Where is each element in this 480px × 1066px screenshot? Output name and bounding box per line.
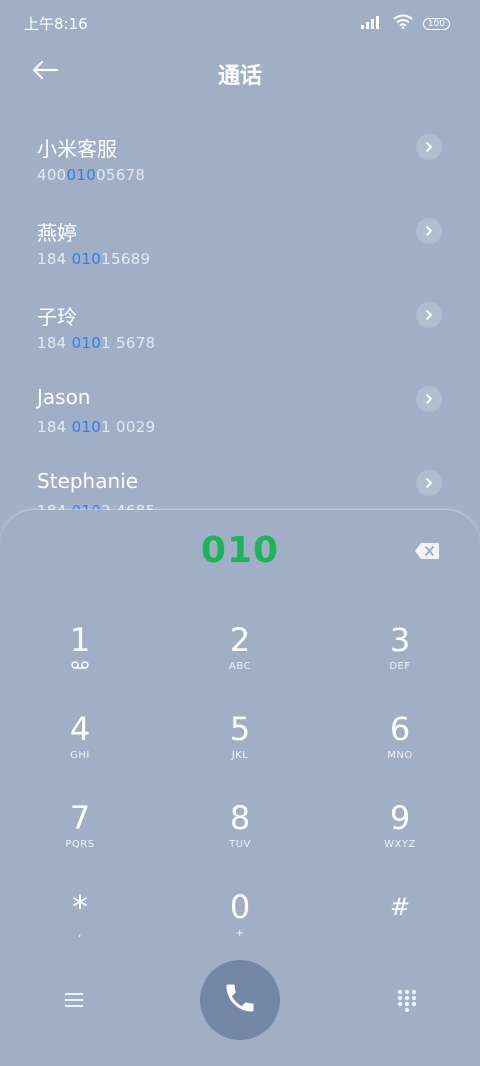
chevron-right-icon[interactable] xyxy=(416,134,442,160)
status-icons: 100 xyxy=(360,14,450,33)
contact-number: 184 01015689 xyxy=(37,250,151,268)
header: 通话 xyxy=(0,50,480,94)
key-letters: GHI xyxy=(70,750,90,761)
key-4[interactable]: 4 GHI xyxy=(20,709,140,789)
key-9[interactable]: 9 WXYZ xyxy=(340,798,460,878)
key-7[interactable]: 7 PQRS xyxy=(20,798,140,878)
dialer-panel: 010 1 2 ABC 3 DEF 4 GHI 5 JKL 6 MNO 7 PQ… xyxy=(0,510,480,1066)
key-6[interactable]: 6 MNO xyxy=(340,709,460,789)
status-time: 上午8:16 xyxy=(24,15,88,33)
key-letters: PQRS xyxy=(65,839,95,850)
key-star[interactable]: * , xyxy=(20,887,140,967)
battery-icon: 100 xyxy=(422,17,450,30)
contact-row-3[interactable]: Jason 184 0101 0029 xyxy=(0,378,480,462)
key-digit: 3 xyxy=(389,621,411,659)
key-digit: 5 xyxy=(229,710,251,748)
key-letters: JKL xyxy=(231,750,249,761)
dialer-bottom-bar xyxy=(0,960,480,1042)
key-hash[interactable]: # xyxy=(340,887,460,967)
key-digit: 1 xyxy=(69,621,91,659)
key-digit: 8 xyxy=(229,799,251,837)
key-letters: DEF xyxy=(389,661,411,672)
key-letters: WXYZ xyxy=(384,839,416,850)
wifi-icon xyxy=(393,14,413,33)
chevron-right-icon[interactable] xyxy=(416,218,442,244)
dialpad-icon[interactable] xyxy=(396,988,418,1014)
contact-number: 184 0101 0029 xyxy=(37,418,156,436)
key-8[interactable]: 8 TUV xyxy=(180,798,300,878)
key-digit: 4 xyxy=(69,710,91,748)
contact-name: Jason xyxy=(37,385,91,409)
contact-name: Stephanie xyxy=(37,469,139,493)
contact-row-2[interactable]: 子玲 184 0101 5678 xyxy=(0,294,480,378)
call-button[interactable] xyxy=(200,960,280,1040)
key-5[interactable]: 5 JKL xyxy=(180,709,300,789)
key-0[interactable]: 0 + xyxy=(180,887,300,967)
contact-row-0[interactable]: 小米客服 40001005678 xyxy=(0,126,480,210)
key-digit: 0 xyxy=(229,888,251,926)
voicemail-icon xyxy=(20,660,140,675)
page-title: 通话 xyxy=(217,64,262,89)
chevron-right-icon[interactable] xyxy=(416,302,442,328)
key-3[interactable]: 3 DEF xyxy=(340,620,460,700)
key-digit: * xyxy=(72,888,88,926)
contact-row-1[interactable]: 燕婷 184 01015689 xyxy=(0,210,480,294)
key-letters: , xyxy=(78,928,82,939)
status-bar: 上午8:16 100 xyxy=(0,0,480,46)
key-digit: 9 xyxy=(389,799,411,837)
key-2[interactable]: 2 ABC xyxy=(180,620,300,700)
contact-name: 子玲 xyxy=(37,305,77,329)
key-digit: 6 xyxy=(389,710,411,748)
contact-number: 184 0101 5678 xyxy=(37,334,156,352)
contact-name: 燕婷 xyxy=(37,221,77,245)
contact-number: 40001005678 xyxy=(37,166,146,184)
backspace-icon[interactable] xyxy=(414,542,440,560)
menu-icon[interactable] xyxy=(63,990,85,1010)
key-digit: # xyxy=(389,893,411,921)
contact-name: 小米客服 xyxy=(37,137,117,161)
key-digit: 2 xyxy=(229,621,251,659)
key-1[interactable]: 1 xyxy=(20,620,140,700)
phone-icon xyxy=(222,980,258,1020)
signal-icon xyxy=(360,14,383,33)
key-letters: + xyxy=(235,928,245,939)
key-letters: MNO xyxy=(387,750,413,761)
contact-list: 小米客服 40001005678 燕婷 184 01015689 子玲 184 … xyxy=(0,126,480,546)
key-letters: ABC xyxy=(228,661,251,672)
chevron-right-icon[interactable] xyxy=(416,386,442,412)
key-letters: TUV xyxy=(229,839,251,850)
key-digit: 7 xyxy=(69,799,91,837)
dial-input[interactable]: 010 xyxy=(0,530,480,571)
chevron-right-icon[interactable] xyxy=(416,470,442,496)
